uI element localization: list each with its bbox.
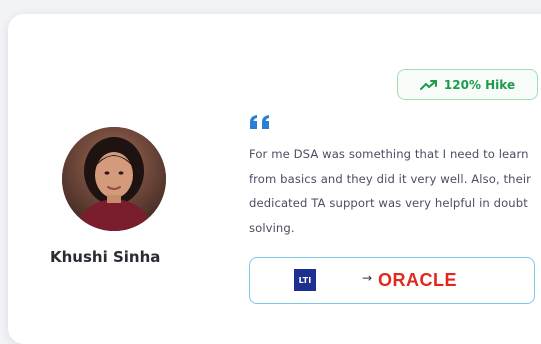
avatar <box>62 127 166 231</box>
to-company-logo: ORACLE <box>378 270 457 290</box>
quote-icon <box>249 114 275 132</box>
arrow-right-icon: → <box>362 271 373 285</box>
trending-up-icon <box>419 79 438 91</box>
testimonial-text: For me DSA was something that I need to … <box>249 147 532 235</box>
company-transition: LTI → ORACLE <box>249 257 535 304</box>
hike-badge: 120% Hike <box>397 69 538 100</box>
person-name: Khushi Sinha <box>50 248 161 266</box>
hike-label: 120% Hike <box>443 77 516 92</box>
from-company-logo: LTI <box>294 269 316 291</box>
testimonial-card: 120% Hike Khushi Sinha For me DSA was so… <box>8 14 541 344</box>
